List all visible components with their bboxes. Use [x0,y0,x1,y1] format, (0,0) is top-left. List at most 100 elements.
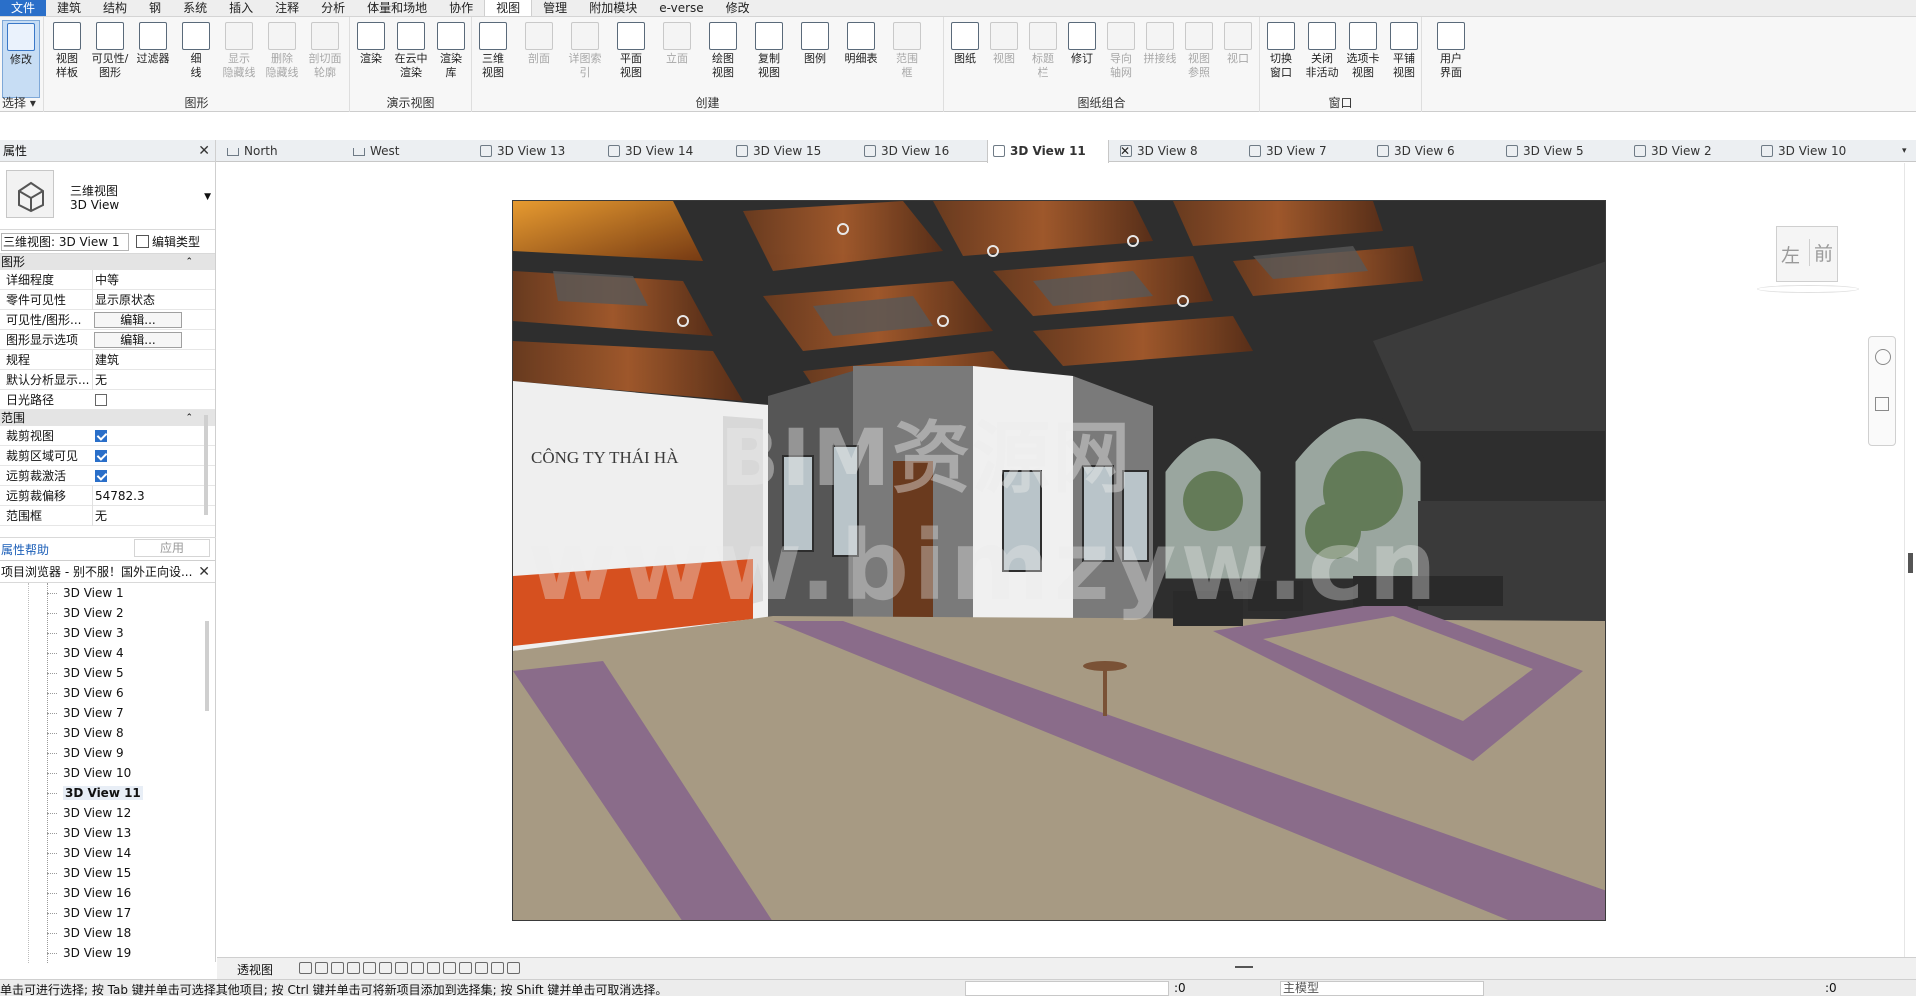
vertical-scrollbar[interactable] [1904,163,1916,957]
select-dropdown[interactable]: 选择 ▾ [2,94,43,111]
ribbon-button[interactable]: 视图 样板 [48,20,86,98]
menu-item[interactable]: 注释 [264,0,310,16]
ribbon-button[interactable]: 修订 [1063,20,1101,98]
zoom-icon[interactable] [1875,397,1889,411]
property-value[interactable]: 建筑 [92,350,192,370]
ribbon-button[interactable]: 显示 隐藏线 [220,20,258,98]
view-tab[interactable]: 3D View 14 [603,140,725,162]
highlight-displacement-icon[interactable] [475,962,488,974]
property-value[interactable]: 无 [92,506,192,526]
ribbon-button[interactable]: 拼接线 [1141,20,1179,98]
ribbon-button[interactable]: 视图 参照 [1180,20,1218,98]
menu-item[interactable]: e-verse [648,0,714,16]
property-checkbox[interactable] [95,470,107,482]
view-tab[interactable]: 3D View 10 [1756,140,1878,162]
ribbon-button[interactable]: 视口 [1219,20,1257,98]
type-selector[interactable]: 三维视图 3D View ▼ [0,162,215,230]
property-edit-button[interactable]: 编辑... [94,312,182,328]
menu-item[interactable]: 管理 [532,0,578,16]
ribbon-button[interactable]: 平铺 视图 [1385,20,1423,98]
menu-item[interactable]: 分析 [310,0,356,16]
modify-button[interactable]: 修改 [2,20,40,98]
view-scale[interactable]: 透视图 [237,961,273,978]
ribbon-button[interactable]: 立面 [658,20,696,98]
ribbon-button[interactable]: 渲染 库 [432,20,470,98]
collapse-icon[interactable]: ⌃ [185,410,193,426]
view-tab[interactable]: 3D View 6 [1372,140,1494,162]
horizontal-scroll-thumb[interactable] [1235,966,1253,968]
ribbon-button[interactable]: 渲染 [352,20,390,98]
menu-item[interactable]: 体量和场地 [356,0,438,16]
menu-item[interactable]: 协作 [438,0,484,16]
steering-wheel-icon[interactable] [1875,349,1891,365]
ribbon-button[interactable]: 图纸 [946,20,984,98]
ribbon-button[interactable]: 过滤器 [134,20,172,98]
design-option-select[interactable]: 主模型 [1280,981,1484,996]
ribbon-button[interactable]: 细 线 [177,20,215,98]
ribbon-button[interactable]: 导向 轴网 [1102,20,1140,98]
ribbon-button[interactable]: 图例 [796,20,834,98]
ribbon-button[interactable]: 明细表 [842,20,880,98]
ribbon-button[interactable]: 剖面 [520,20,558,98]
menu-item[interactable]: 结构 [92,0,138,16]
worksharing-icon[interactable] [459,962,472,974]
detail-level-icon[interactable] [299,962,312,974]
shadows-icon[interactable] [347,962,360,974]
property-value[interactable]: 无 [92,370,192,390]
sun-path-icon[interactable] [331,962,344,974]
browser-view-item[interactable]: 3D View 11 [0,783,200,803]
browser-view-item[interactable]: 3D View 4 [0,643,200,663]
view-tab[interactable]: 3D View 16 [859,140,981,162]
apply-button[interactable]: 应用 [134,539,210,557]
view-tab[interactable]: 3D View 15 [731,140,853,162]
scroll-thumb[interactable] [1908,553,1913,573]
workset-select[interactable] [965,981,1169,996]
browser-view-item[interactable]: 3D View 18 [0,923,200,943]
browser-view-item[interactable]: 3D View 5 [0,663,200,683]
menu-item[interactable]: 视图 [484,0,533,16]
ribbon-button[interactable]: 复制 视图 [750,20,788,98]
browser-view-item[interactable]: 3D View 13 [0,823,200,843]
ribbon-button[interactable]: 关闭 非活动 [1303,20,1341,98]
browser-view-item[interactable]: 3D View 12 [0,803,200,823]
ribbon-button[interactable]: 平面 视图 [612,20,650,98]
analytical-model-icon[interactable] [491,962,504,974]
property-value[interactable]: 显示原状态 [92,290,192,310]
instance-select[interactable]: 三维视图: 3D View 1 [1,233,129,251]
browser-scrollbar[interactable] [205,621,209,711]
browser-view-item[interactable]: 3D View 7 [0,703,200,723]
ribbon-button[interactable]: 切换 窗口 [1262,20,1300,98]
crop-region-icon[interactable] [395,962,408,974]
view-tab[interactable]: 3D View 2 [1629,140,1751,162]
browser-view-item[interactable]: 3D View 6 [0,683,200,703]
ribbon-button[interactable]: 标题 栏 [1024,20,1062,98]
crop-view-icon[interactable] [379,962,392,974]
menu-item[interactable]: 文件 [0,0,47,16]
ribbon-button[interactable]: 视图 [985,20,1023,98]
menu-item[interactable]: 修改 [715,0,761,16]
edit-type-button[interactable]: 编辑类型 [136,233,200,250]
close-icon[interactable]: ✕ [198,561,210,582]
menu-item[interactable]: 钢 [138,0,172,16]
ribbon-button[interactable]: 用户 界面 [1432,20,1470,98]
close-icon[interactable]: ✕ [198,140,210,162]
collapse-icon[interactable]: ⌃ [185,254,193,270]
viewcube-left-face[interactable]: 左 [1781,241,1800,268]
ribbon-button[interactable]: 范围 框 [888,20,926,98]
ribbon-button[interactable]: 可见性/ 图形 [91,20,129,98]
browser-view-item[interactable]: 3D View 19 [0,943,200,963]
ribbon-button[interactable]: 剖切面 轮廓 [306,20,344,98]
property-edit-button[interactable]: 编辑... [94,332,182,348]
browser-view-item[interactable]: 3D View 8 [0,723,200,743]
properties-section-header[interactable]: 图形 ⌃ [0,254,215,270]
view-tab[interactable]: West [348,140,468,162]
property-checkbox[interactable] [95,430,107,442]
viewcube-compass[interactable] [1757,285,1859,293]
menu-item[interactable]: 插入 [218,0,264,16]
ribbon-button[interactable]: 删除 隐藏线 [263,20,301,98]
viewcube[interactable]: 左 前 [1757,226,1859,293]
property-value[interactable]: 中等 [92,270,192,290]
browser-view-item[interactable]: 3D View 16 [0,883,200,903]
unlock-view-icon[interactable] [411,962,424,974]
ribbon-button[interactable]: 在云中 渲染 [392,20,430,98]
